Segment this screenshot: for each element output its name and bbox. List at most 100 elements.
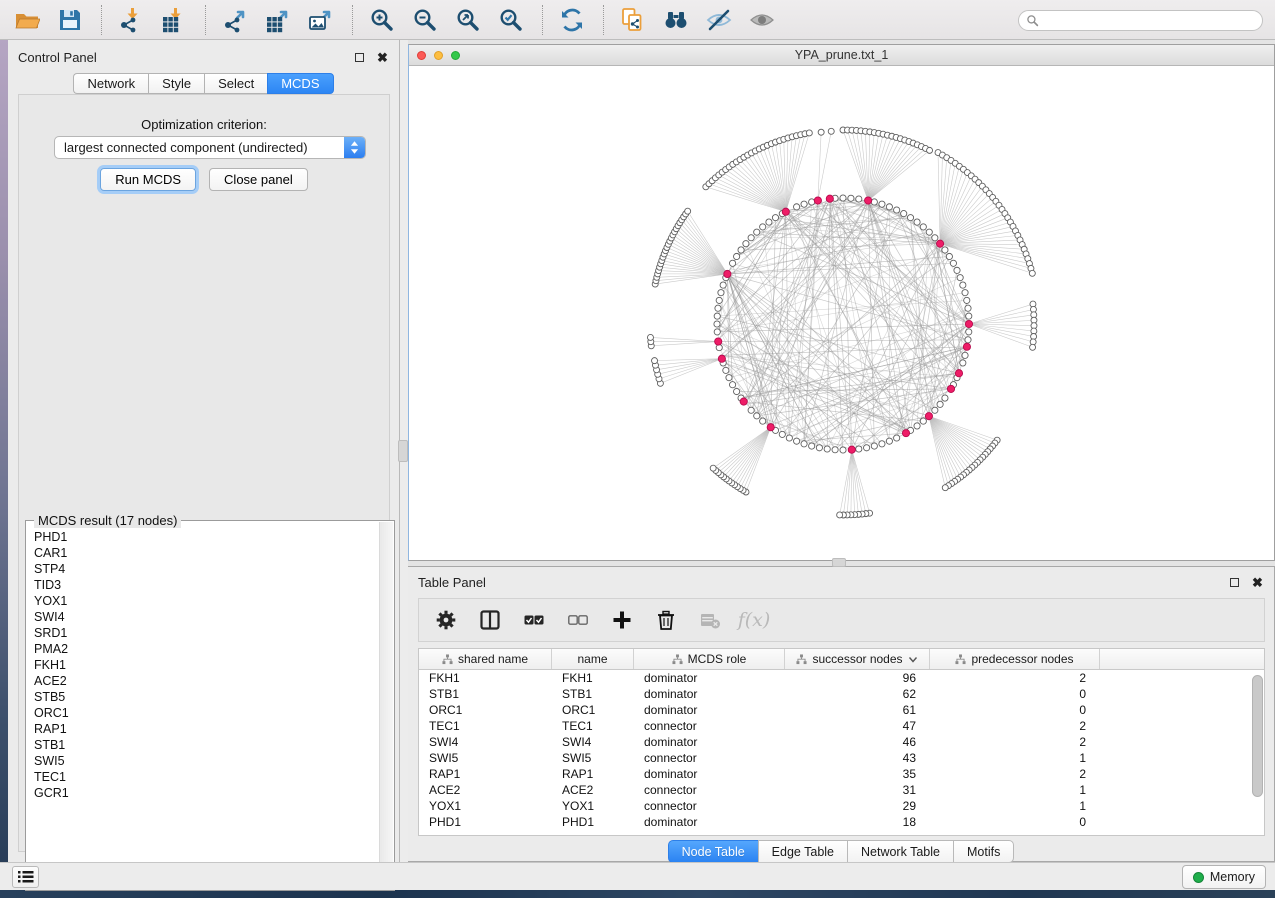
table-cell: PHD1 xyxy=(419,815,552,829)
float-table-panel-icon[interactable] xyxy=(1228,576,1241,589)
mcds-result-item[interactable]: SRD1 xyxy=(34,625,379,641)
mcds-result-item[interactable]: SWI4 xyxy=(34,609,379,625)
show-all-icon[interactable] xyxy=(747,5,777,35)
table-row[interactable]: TEC1TEC1connector472 xyxy=(419,718,1264,734)
table-row[interactable]: PHD1PHD1dominator180 xyxy=(419,814,1264,830)
show-columns-icon[interactable] xyxy=(479,609,501,631)
table-cell: 2 xyxy=(930,767,1100,781)
cytoscape-window: Control Panel ✖ NetworkStyleSelectMCDS O… xyxy=(0,0,1275,898)
mcds-result-item[interactable]: SWI5 xyxy=(34,753,379,769)
close-panel-button[interactable]: Close panel xyxy=(209,168,308,191)
mcds-result-item[interactable]: CAR1 xyxy=(34,545,379,561)
table-scrollbar-thumb[interactable] xyxy=(1252,675,1263,797)
table-toolbar: f(x) xyxy=(418,598,1265,642)
run-mcds-button[interactable]: Run MCDS xyxy=(100,168,196,191)
zoom-in-icon[interactable] xyxy=(367,5,397,35)
mcds-result-item[interactable]: PHD1 xyxy=(34,529,379,545)
select-all-icon[interactable] xyxy=(523,609,545,631)
import-table-icon[interactable] xyxy=(159,5,189,35)
mcds-result-item[interactable]: YOX1 xyxy=(34,593,379,609)
mcds-result-item[interactable]: RAP1 xyxy=(34,721,379,737)
mcds-result-item[interactable]: STB5 xyxy=(34,689,379,705)
tab-style[interactable]: Style xyxy=(148,73,204,94)
close-table-panel-icon[interactable]: ✖ xyxy=(1251,576,1264,589)
column-header-MCDS-role[interactable]: MCDS role xyxy=(634,649,785,669)
toolbar-separator xyxy=(352,5,353,35)
mcds-result-item[interactable]: TID3 xyxy=(34,577,379,593)
save-session-icon[interactable] xyxy=(55,5,85,35)
mcds-result-item[interactable]: ACE2 xyxy=(34,673,379,689)
deselect-all-icon[interactable] xyxy=(567,609,589,631)
mcds-result-item[interactable]: TEC1 xyxy=(34,769,379,785)
minimize-window-icon[interactable] xyxy=(434,51,443,60)
maximize-window-icon[interactable] xyxy=(451,51,460,60)
table-cell: 0 xyxy=(930,703,1100,717)
table-row[interactable]: ACE2ACE2connector311 xyxy=(419,782,1264,798)
tab-mcds[interactable]: MCDS xyxy=(267,73,333,94)
refresh-view-icon[interactable] xyxy=(557,5,587,35)
network-canvas[interactable] xyxy=(409,66,1274,560)
table-row[interactable]: RAP1RAP1dominator352 xyxy=(419,766,1264,782)
table-cell: ACE2 xyxy=(552,783,634,797)
tab-network[interactable]: Network xyxy=(73,73,148,94)
table-row[interactable]: FKH1FKH1dominator962 xyxy=(419,670,1264,686)
column-header-name[interactable]: name xyxy=(552,649,634,669)
mcds-result-item[interactable]: GCR1 xyxy=(34,785,379,801)
add-icon[interactable] xyxy=(611,609,633,631)
network-window-titlebar[interactable]: YPA_prune.txt_1 xyxy=(409,45,1274,66)
float-panel-icon[interactable] xyxy=(353,51,366,64)
horizontal-splitter-handle[interactable] xyxy=(832,558,846,567)
show-panels-button[interactable] xyxy=(12,866,39,888)
duplicate-network-icon[interactable] xyxy=(618,5,648,35)
open-session-icon[interactable] xyxy=(12,5,42,35)
zoom-out-icon[interactable] xyxy=(410,5,440,35)
close-panel-icon[interactable]: ✖ xyxy=(376,51,389,64)
vertical-splitter-handle[interactable] xyxy=(398,440,408,462)
dropdown-selected-value: largest connected component (undirected) xyxy=(55,140,344,155)
export-network-icon[interactable] xyxy=(220,5,250,35)
table-cell: connector xyxy=(634,719,785,733)
status-bar: Memory xyxy=(0,862,1275,890)
zoom-selected-icon[interactable] xyxy=(496,5,526,35)
desktop-wallpaper-left xyxy=(0,40,8,890)
mcds-result-item[interactable]: STB1 xyxy=(34,737,379,753)
mcds-result-item[interactable]: STP4 xyxy=(34,561,379,577)
tab-edge-table[interactable]: Edge Table xyxy=(758,840,847,863)
table-cell: STB1 xyxy=(419,687,552,701)
table-cell: connector xyxy=(634,783,785,797)
first-neighbors-icon[interactable] xyxy=(661,5,691,35)
table-row[interactable]: SWI4SWI4dominator462 xyxy=(419,734,1264,750)
import-network-icon[interactable] xyxy=(116,5,146,35)
table-row[interactable]: ORC1ORC1dominator610 xyxy=(419,702,1264,718)
table-cell: TEC1 xyxy=(419,719,552,733)
memory-button[interactable]: Memory xyxy=(1182,865,1266,889)
delete-icon[interactable] xyxy=(655,609,677,631)
tab-motifs[interactable]: Motifs xyxy=(953,840,1014,863)
search-input[interactable] xyxy=(1018,10,1263,31)
table-cell: connector xyxy=(634,799,785,813)
table-row[interactable]: STB1STB1dominator620 xyxy=(419,686,1264,702)
table-panel-header: Table Panel ✖ xyxy=(408,567,1274,597)
mcds-list-scrollbar[interactable] xyxy=(379,522,393,889)
mcds-result-item[interactable]: ORC1 xyxy=(34,705,379,721)
tab-select[interactable]: Select xyxy=(204,73,267,94)
hide-selected-icon[interactable] xyxy=(704,5,734,35)
column-header-shared-name[interactable]: shared name xyxy=(419,649,552,669)
table-row[interactable]: SWI5SWI5connector431 xyxy=(419,750,1264,766)
close-window-icon[interactable] xyxy=(417,51,426,60)
mcds-result-item[interactable]: FKH1 xyxy=(34,657,379,673)
optimization-criterion-dropdown[interactable]: largest connected component (undirected) xyxy=(54,136,366,159)
mcds-result-item[interactable]: PMA2 xyxy=(34,641,379,657)
export-table-icon[interactable] xyxy=(263,5,293,35)
column-header-predecessor-nodes[interactable]: predecessor nodes xyxy=(930,649,1100,669)
export-image-icon[interactable] xyxy=(306,5,336,35)
table-settings-icon[interactable] xyxy=(435,609,457,631)
zoom-fit-icon[interactable] xyxy=(453,5,483,35)
mcds-result-list[interactable]: PHD1CAR1STP4TID3YOX1SWI4SRD1PMA2FKH1ACE2… xyxy=(27,527,379,889)
tab-network-table[interactable]: Network Table xyxy=(847,840,953,863)
table-row[interactable]: YOX1YOX1connector291 xyxy=(419,798,1264,814)
column-header-successor-nodes[interactable]: successor nodes xyxy=(785,649,930,669)
tab-node-table[interactable]: Node Table xyxy=(668,840,758,863)
toolbar-separator xyxy=(101,5,102,35)
table-panel-tabbar: Node TableEdge TableNetwork TableMotifs xyxy=(408,840,1274,863)
